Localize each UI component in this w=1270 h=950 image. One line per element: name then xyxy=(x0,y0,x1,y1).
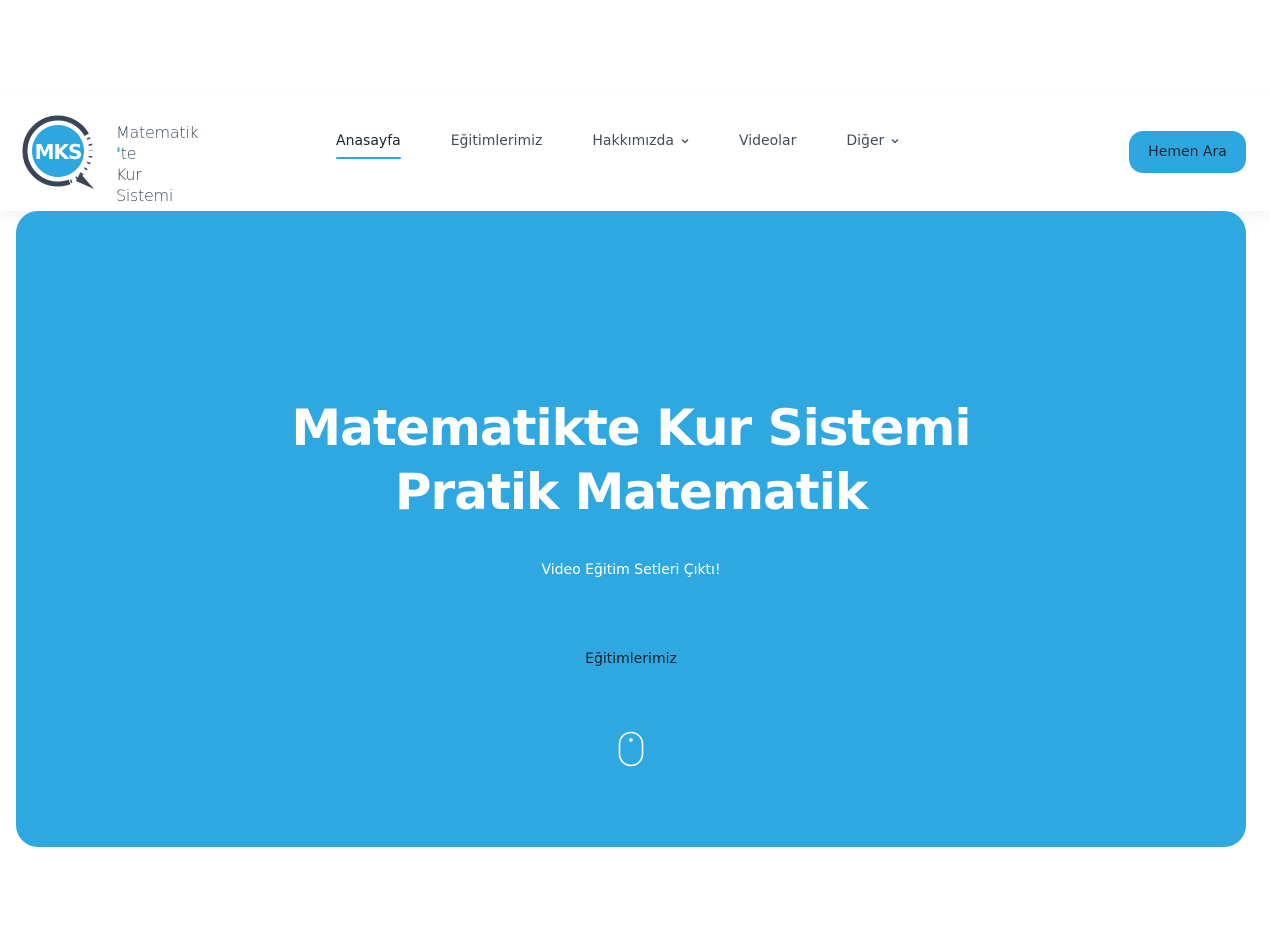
hero-title: Matematikte Kur Sistemi Pratik Matematik xyxy=(16,396,1246,524)
nav-item-hakkimizda[interactable]: Hakkımızda xyxy=(592,133,689,159)
logo-line2: Kur xyxy=(116,165,142,184)
logo-line1: Matematik xyxy=(116,123,199,142)
mouse-icon[interactable] xyxy=(618,731,644,767)
nav-item-diger[interactable]: Diğer xyxy=(846,133,899,159)
nav-item-videolar[interactable]: Videolar xyxy=(739,133,796,159)
mks-logo-icon: MKS xyxy=(22,115,94,189)
nav-item-egitimlerimiz[interactable]: Eğitimlerimiz xyxy=(451,133,543,159)
hero-title-line2: Pratik Matematik xyxy=(394,463,868,521)
hero-title-line1: Matematikte Kur Sistemi xyxy=(291,399,971,457)
hero-banner: Matematikte Kur Sistemi Pratik Matematik… xyxy=(16,211,1246,847)
logo-wordmark: Matematik'te Kur Sistemi xyxy=(116,122,199,206)
site-logo[interactable]: MKS Matematik'te Kur Sistemi xyxy=(20,113,220,205)
hero-subtitle: Video Eğitim Setleri Çıktı! xyxy=(541,562,721,578)
logo-initials: MKS xyxy=(35,140,82,164)
nav-item-anasayfa[interactable]: Anasayfa xyxy=(336,133,401,159)
chevron-down-icon xyxy=(681,139,689,144)
nav-item-label: Videolar xyxy=(738,133,797,149)
hero-courses-link[interactable]: Eğitimlerimiz xyxy=(531,651,731,675)
nav-item-label: Anasayfa xyxy=(336,133,401,149)
call-now-button[interactable]: Hemen Ara xyxy=(1129,131,1246,173)
nav-item-label: Hakkımızda xyxy=(592,133,674,149)
logo-line3: Sistemi xyxy=(116,186,173,205)
chevron-down-icon xyxy=(891,139,899,144)
logo-line1-suffix: te xyxy=(120,144,137,163)
site-header: MKS Matematik'te Kur Sistemi Anasayfa Eğ… xyxy=(0,93,1270,211)
main-nav: Anasayfa Eğitimlerimiz Hakkımızda Videol… xyxy=(336,133,949,173)
nav-item-label: Diğer xyxy=(846,133,885,149)
nav-item-label: Eğitimlerimiz xyxy=(450,133,543,149)
